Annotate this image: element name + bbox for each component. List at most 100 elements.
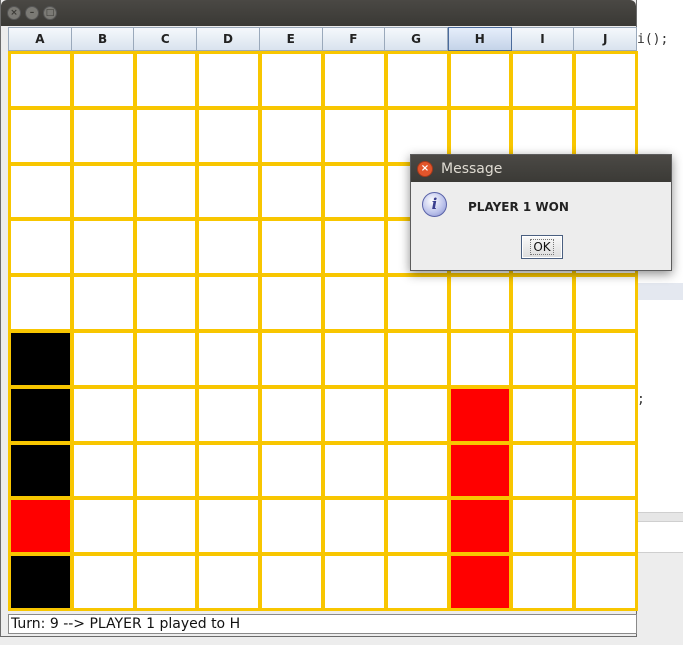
board-cell[interactable] <box>387 54 447 106</box>
board-cell[interactable] <box>136 332 196 385</box>
board-cell[interactable] <box>387 556 447 608</box>
black-disc[interactable] <box>11 444 70 497</box>
board-cell[interactable] <box>262 109 321 162</box>
board-cell[interactable] <box>576 388 635 441</box>
board-cell[interactable] <box>136 500 196 553</box>
ok-button[interactable]: OK <box>521 235 563 259</box>
board-cell[interactable] <box>199 165 259 218</box>
board-cell[interactable] <box>199 109 259 162</box>
board-cell[interactable] <box>513 332 573 385</box>
red-disc[interactable] <box>450 500 510 553</box>
board-cell[interactable] <box>262 332 321 385</box>
board-cell[interactable] <box>11 54 70 106</box>
board-cell[interactable] <box>199 221 259 274</box>
column-header-j[interactable]: J <box>574 27 638 51</box>
board-cell[interactable] <box>450 54 510 106</box>
board-cell[interactable] <box>576 556 635 608</box>
dialog-close-icon[interactable]: × <box>417 160 433 177</box>
board-cell[interactable] <box>136 54 196 106</box>
board-cell[interactable] <box>11 165 70 218</box>
black-disc[interactable] <box>11 332 70 385</box>
board-cell[interactable] <box>199 54 259 106</box>
board-cell[interactable] <box>450 332 510 385</box>
board-cell[interactable] <box>262 556 321 608</box>
board-cell[interactable] <box>199 332 259 385</box>
red-disc[interactable] <box>11 500 70 553</box>
column-header-h[interactable]: H <box>447 27 512 51</box>
board-cell[interactable] <box>324 444 384 497</box>
column-header-g[interactable]: G <box>385 27 448 51</box>
board-cell[interactable] <box>576 444 635 497</box>
board-cell[interactable] <box>513 500 573 553</box>
board-cell[interactable] <box>513 54 573 106</box>
board-cell[interactable] <box>387 444 447 497</box>
board-cell[interactable] <box>513 277 573 329</box>
column-header-f[interactable]: F <box>322 27 386 51</box>
board-cell[interactable] <box>11 109 70 162</box>
red-disc[interactable] <box>450 556 510 608</box>
board-cell[interactable] <box>136 165 196 218</box>
board-cell[interactable] <box>73 221 133 274</box>
board-cell[interactable] <box>324 221 384 274</box>
board-cell[interactable] <box>576 332 635 385</box>
board-cell[interactable] <box>136 221 196 274</box>
board-cell[interactable] <box>576 277 635 329</box>
board-cell[interactable] <box>513 556 573 608</box>
board-cell[interactable] <box>136 444 196 497</box>
board-cell[interactable] <box>513 444 573 497</box>
board-cell[interactable] <box>324 332 384 385</box>
board-cell[interactable] <box>387 332 447 385</box>
board-cell[interactable] <box>513 388 573 441</box>
board-cell[interactable] <box>73 556 133 608</box>
board-cell[interactable] <box>576 500 635 553</box>
board-cell[interactable] <box>73 54 133 106</box>
window-maximize-icon[interactable]: □ <box>43 6 57 20</box>
column-header-a[interactable]: A <box>8 27 72 51</box>
board-cell[interactable] <box>73 388 133 441</box>
board-cell[interactable] <box>576 54 635 106</box>
board-cell[interactable] <box>199 500 259 553</box>
board-cell[interactable] <box>324 277 384 329</box>
board-cell[interactable] <box>136 556 196 608</box>
board-cell[interactable] <box>136 109 196 162</box>
board-cell[interactable] <box>136 388 196 441</box>
board-cell[interactable] <box>324 556 384 608</box>
column-header-e[interactable]: E <box>259 27 323 51</box>
board-cell[interactable] <box>262 388 321 441</box>
board-cell[interactable] <box>387 277 447 329</box>
board-cell[interactable] <box>199 556 259 608</box>
column-header-d[interactable]: D <box>197 27 260 51</box>
board-cell[interactable] <box>262 165 321 218</box>
board-cell[interactable] <box>262 277 321 329</box>
window-close-icon[interactable]: × <box>7 6 21 20</box>
black-disc[interactable] <box>11 388 70 441</box>
board-cell[interactable] <box>136 277 196 329</box>
board-cell[interactable] <box>262 54 321 106</box>
board-cell[interactable] <box>262 500 321 553</box>
board-cell[interactable] <box>73 332 133 385</box>
column-header-c[interactable]: C <box>134 27 198 51</box>
board-cell[interactable] <box>73 500 133 553</box>
board-cell[interactable] <box>11 277 70 329</box>
board-cell[interactable] <box>262 221 321 274</box>
board-cell[interactable] <box>324 54 384 106</box>
board-cell[interactable] <box>199 388 259 441</box>
board-cell[interactable] <box>387 388 447 441</box>
board-cell[interactable] <box>324 388 384 441</box>
window-minimize-icon[interactable]: – <box>25 6 39 20</box>
column-header-i[interactable]: I <box>511 27 575 51</box>
board-cell[interactable] <box>199 277 259 329</box>
column-header-b[interactable]: B <box>71 27 135 51</box>
board-cell[interactable] <box>450 277 510 329</box>
red-disc[interactable] <box>450 388 510 441</box>
red-disc[interactable] <box>450 444 510 497</box>
board-cell[interactable] <box>324 165 384 218</box>
board-cell[interactable] <box>11 221 70 274</box>
board-cell[interactable] <box>73 444 133 497</box>
board-cell[interactable] <box>73 277 133 329</box>
board-cell[interactable] <box>73 109 133 162</box>
board-cell[interactable] <box>387 500 447 553</box>
board-cell[interactable] <box>324 500 384 553</box>
board-cell[interactable] <box>73 165 133 218</box>
board-cell[interactable] <box>199 444 259 497</box>
